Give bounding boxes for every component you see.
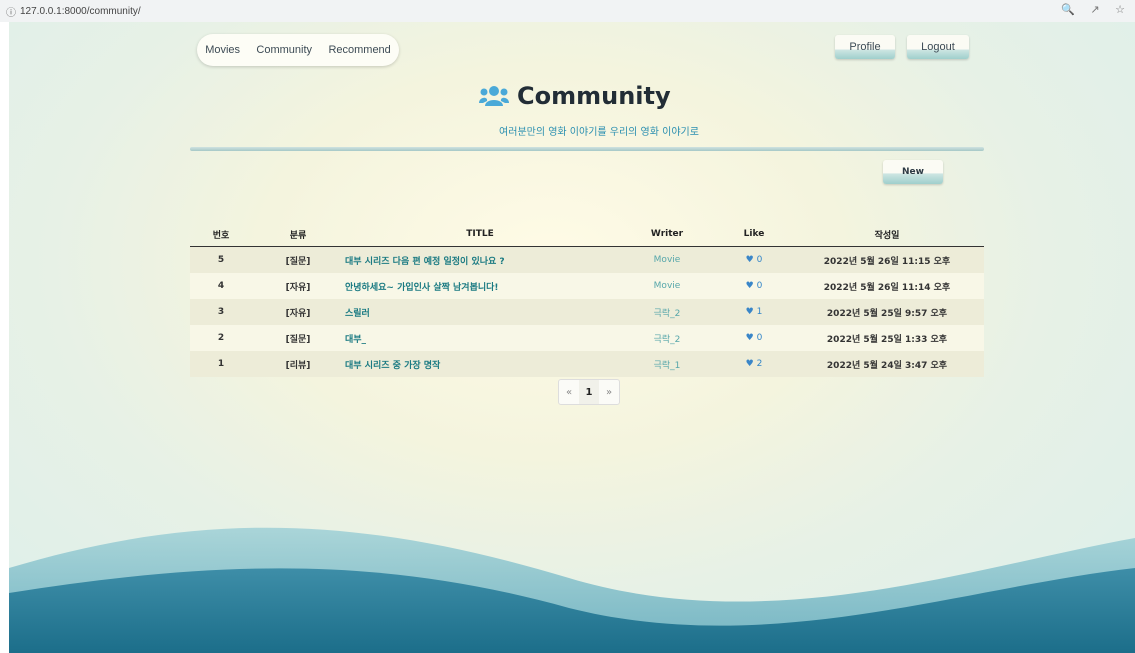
table-row[interactable]: 3 [자유] 스릴러 극락_2 ♥ 1 2022년 5월 25일 9:57 오후 (190, 299, 984, 325)
row-like: ♥ 0 (718, 273, 790, 299)
pagination: « 1 » (558, 379, 620, 405)
table-row[interactable]: 5 [질문] 대부 시리즈 다음 편 예정 일정이 있나요 ? Movie ♥ … (190, 246, 984, 273)
row-writer: 극락_2 (616, 325, 718, 351)
col-header-category: 분류 (252, 222, 344, 247)
row-title-link[interactable]: 대부_ (344, 325, 616, 351)
row-like: ♥ 2 (718, 351, 790, 377)
row-writer: 극락_1 (616, 351, 718, 377)
heart-icon: ♥ (745, 281, 754, 291)
row-number: 4 (190, 273, 252, 299)
community-board-table: 번호 분류 TITLE Writer Like 작성일 5 [질문] 대부 시리… (190, 222, 984, 377)
row-category: [질문] (252, 325, 344, 351)
logout-button[interactable]: Logout (907, 35, 969, 59)
row-date: 2022년 5월 25일 9:57 오후 (790, 299, 984, 325)
row-like: ♥ 1 (718, 299, 790, 325)
profile-button[interactable]: Profile (835, 35, 895, 59)
row-title-link[interactable]: 안녕하세요~ 가입인사 살짝 남겨봅니다! (344, 273, 616, 299)
col-header-number: 번호 (190, 222, 252, 247)
heart-icon: ♥ (745, 333, 754, 343)
pagination-page[interactable]: 1 (579, 380, 599, 404)
nav-community-link[interactable]: Community (256, 44, 312, 56)
header-divider (190, 147, 984, 151)
col-header-writer: Writer (616, 222, 718, 247)
footer-waves (9, 527, 1135, 653)
new-post-button[interactable]: New (883, 160, 943, 184)
row-number: 5 (190, 246, 252, 273)
row-like: ♥ 0 (718, 325, 790, 351)
col-header-date: 작성일 (790, 222, 984, 247)
row-date: 2022년 5월 26일 11:14 오후 (790, 273, 984, 299)
heart-icon: ♥ (745, 359, 754, 369)
row-like: ♥ 0 (718, 246, 790, 273)
page-title-wrap: Community (479, 82, 671, 110)
col-header-like: Like (718, 222, 790, 247)
pagination-next[interactable]: » (599, 380, 619, 404)
like-count: 0 (756, 281, 763, 291)
browser-toolbar-icons[interactable]: 🔍 ↗ ☆ (1061, 3, 1131, 16)
browser-address-bar: ⓘ 127.0.0.1:8000/community/ 🔍 ↗ ☆ (0, 0, 1135, 22)
row-number: 1 (190, 351, 252, 377)
row-category: [질문] (252, 246, 344, 273)
page-subtitle: 여러분만의 영화 이야기를 우리의 영화 이야기로 (499, 127, 699, 138)
heart-icon: ♥ (745, 255, 754, 265)
row-date: 2022년 5월 25일 1:33 오후 (790, 325, 984, 351)
heart-icon: ♥ (745, 307, 754, 317)
table-header-row: 번호 분류 TITLE Writer Like 작성일 (190, 222, 984, 247)
table-row[interactable]: 2 [질문] 대부_ 극락_2 ♥ 0 2022년 5월 25일 1:33 오후 (190, 325, 984, 351)
row-title-link[interactable]: 스릴러 (344, 299, 616, 325)
pagination-prev[interactable]: « (559, 380, 579, 404)
row-title-link[interactable]: 대부 시리즈 중 가장 명작 (344, 351, 616, 377)
row-date: 2022년 5월 26일 11:15 오후 (790, 246, 984, 273)
col-header-title: TITLE (344, 222, 616, 247)
nav-movies-link[interactable]: Movies (205, 44, 240, 56)
row-number: 3 (190, 299, 252, 325)
table-row[interactable]: 1 [리뷰] 대부 시리즈 중 가장 명작 극락_1 ♥ 2 2022년 5월 … (190, 351, 984, 377)
row-category: [자유] (252, 273, 344, 299)
like-count: 0 (756, 333, 763, 343)
row-title-link[interactable]: 대부 시리즈 다음 편 예정 일정이 있나요 ? (344, 246, 616, 273)
row-writer: Movie (616, 246, 718, 273)
row-writer: Movie (616, 273, 718, 299)
row-category: [리뷰] (252, 351, 344, 377)
users-icon (479, 86, 509, 106)
nav-recommend-link[interactable]: Recommend (328, 44, 390, 56)
info-icon[interactable]: ⓘ (6, 4, 16, 19)
page-background: Movies Community Recommend Profile Logou… (9, 22, 1135, 653)
table-row[interactable]: 4 [자유] 안녕하세요~ 가입인사 살짝 남겨봅니다! Movie ♥ 0 2… (190, 273, 984, 299)
row-category: [자유] (252, 299, 344, 325)
like-count: 1 (756, 307, 763, 317)
page-title: Community (517, 82, 671, 110)
like-count: 0 (756, 255, 763, 265)
row-number: 2 (190, 325, 252, 351)
main-nav: Movies Community Recommend (197, 34, 399, 66)
row-writer: 극락_2 (616, 299, 718, 325)
like-count: 2 (756, 359, 763, 369)
row-date: 2022년 5월 24일 3:47 오후 (790, 351, 984, 377)
url-text[interactable]: 127.0.0.1:8000/community/ (20, 6, 141, 17)
